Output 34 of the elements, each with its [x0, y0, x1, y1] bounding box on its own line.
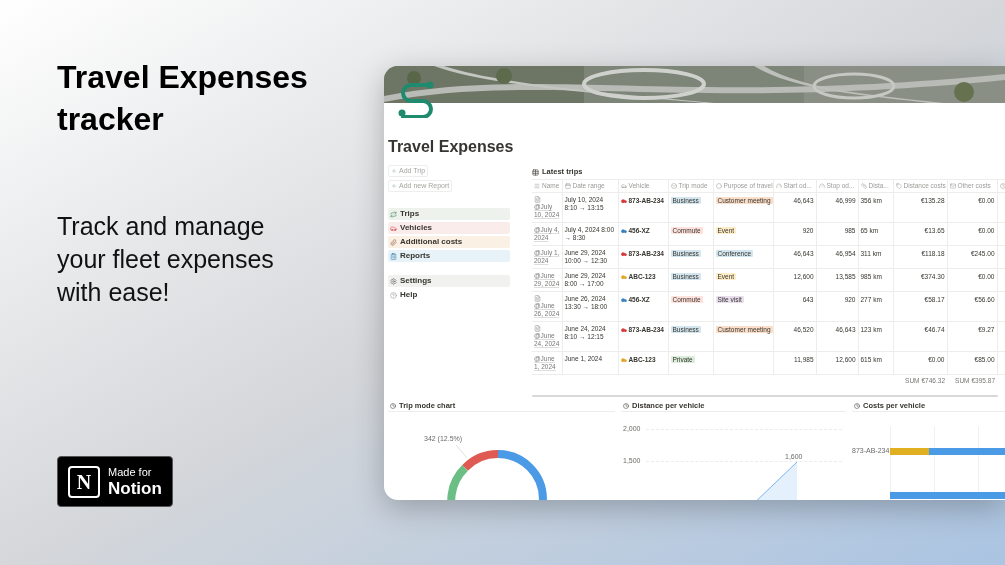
badge-caption: Made for — [108, 466, 153, 478]
calendar-icon — [564, 182, 571, 189]
car-icon — [620, 182, 627, 189]
badge-title: Notion — [108, 479, 162, 497]
select-icon — [670, 182, 677, 189]
circle-icon — [715, 182, 722, 189]
ruler-icon — [860, 182, 867, 189]
tag-icon — [895, 182, 902, 189]
plus-icon — [391, 168, 397, 174]
table-icon — [532, 168, 539, 176]
leader-line — [456, 445, 468, 459]
scrollbar[interactable] — [532, 394, 998, 397]
nav-item[interactable]: Reports — [388, 250, 510, 262]
hero-subtitle: Track and manage your fleet expenses with ease! — [57, 211, 275, 308]
notion-logo-icon: N — [68, 465, 100, 498]
page-title: Travel Expenses — [388, 137, 515, 157]
car-icon — [390, 224, 397, 232]
gauge-icon — [775, 182, 782, 189]
paperclip-icon — [390, 238, 397, 246]
plus-icon — [391, 183, 397, 189]
gauge-icon — [818, 182, 825, 189]
nav-item[interactable]: Additional costs — [388, 236, 510, 248]
nav-item[interactable]: Settings — [388, 275, 510, 287]
text-icon — [534, 182, 540, 189]
envelope-icon — [949, 182, 956, 189]
clock-icon — [999, 183, 1005, 189]
clipboard-icon — [390, 252, 397, 260]
help-icon — [390, 291, 397, 299]
nav-item[interactable]: Vehicles — [388, 222, 510, 234]
arrows-icon — [390, 210, 397, 218]
nav-item[interactable]: Trips — [388, 208, 510, 220]
nav-item[interactable]: Help — [388, 289, 510, 301]
settings-icon — [390, 277, 397, 285]
hero-title: Travel Expenses tracker — [57, 58, 309, 139]
